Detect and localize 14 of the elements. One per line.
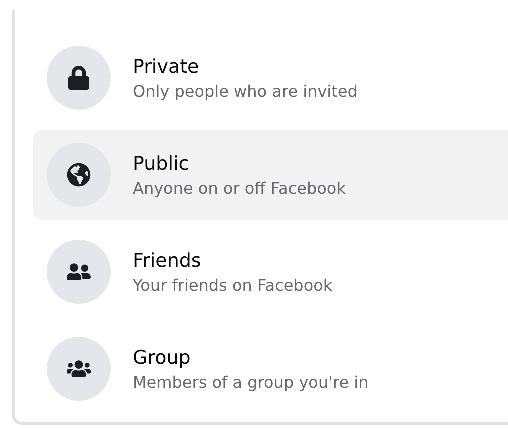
lock-icon [67, 66, 91, 90]
privacy-option[interactable]: Group Members of a group you're in [33, 324, 508, 414]
privacy-option[interactable]: Private Only people who are invited [33, 33, 508, 123]
option-title: Group [133, 346, 192, 368]
option-description: Members of a group you're in [133, 372, 369, 392]
privacy-option[interactable]: Friends Your friends on Facebook [33, 227, 508, 317]
privacy-option[interactable]: Public Anyone on or off Facebook [33, 130, 508, 220]
option-description: Only people who are invited [133, 82, 358, 100]
option-description: Your friends on Facebook [133, 276, 333, 294]
option-title: Public [133, 152, 190, 174]
option-title: Private [133, 56, 200, 78]
option-title: Friends [133, 250, 202, 272]
option-description: Anyone on or off Facebook [133, 178, 346, 198]
globe-icon [67, 163, 91, 187]
